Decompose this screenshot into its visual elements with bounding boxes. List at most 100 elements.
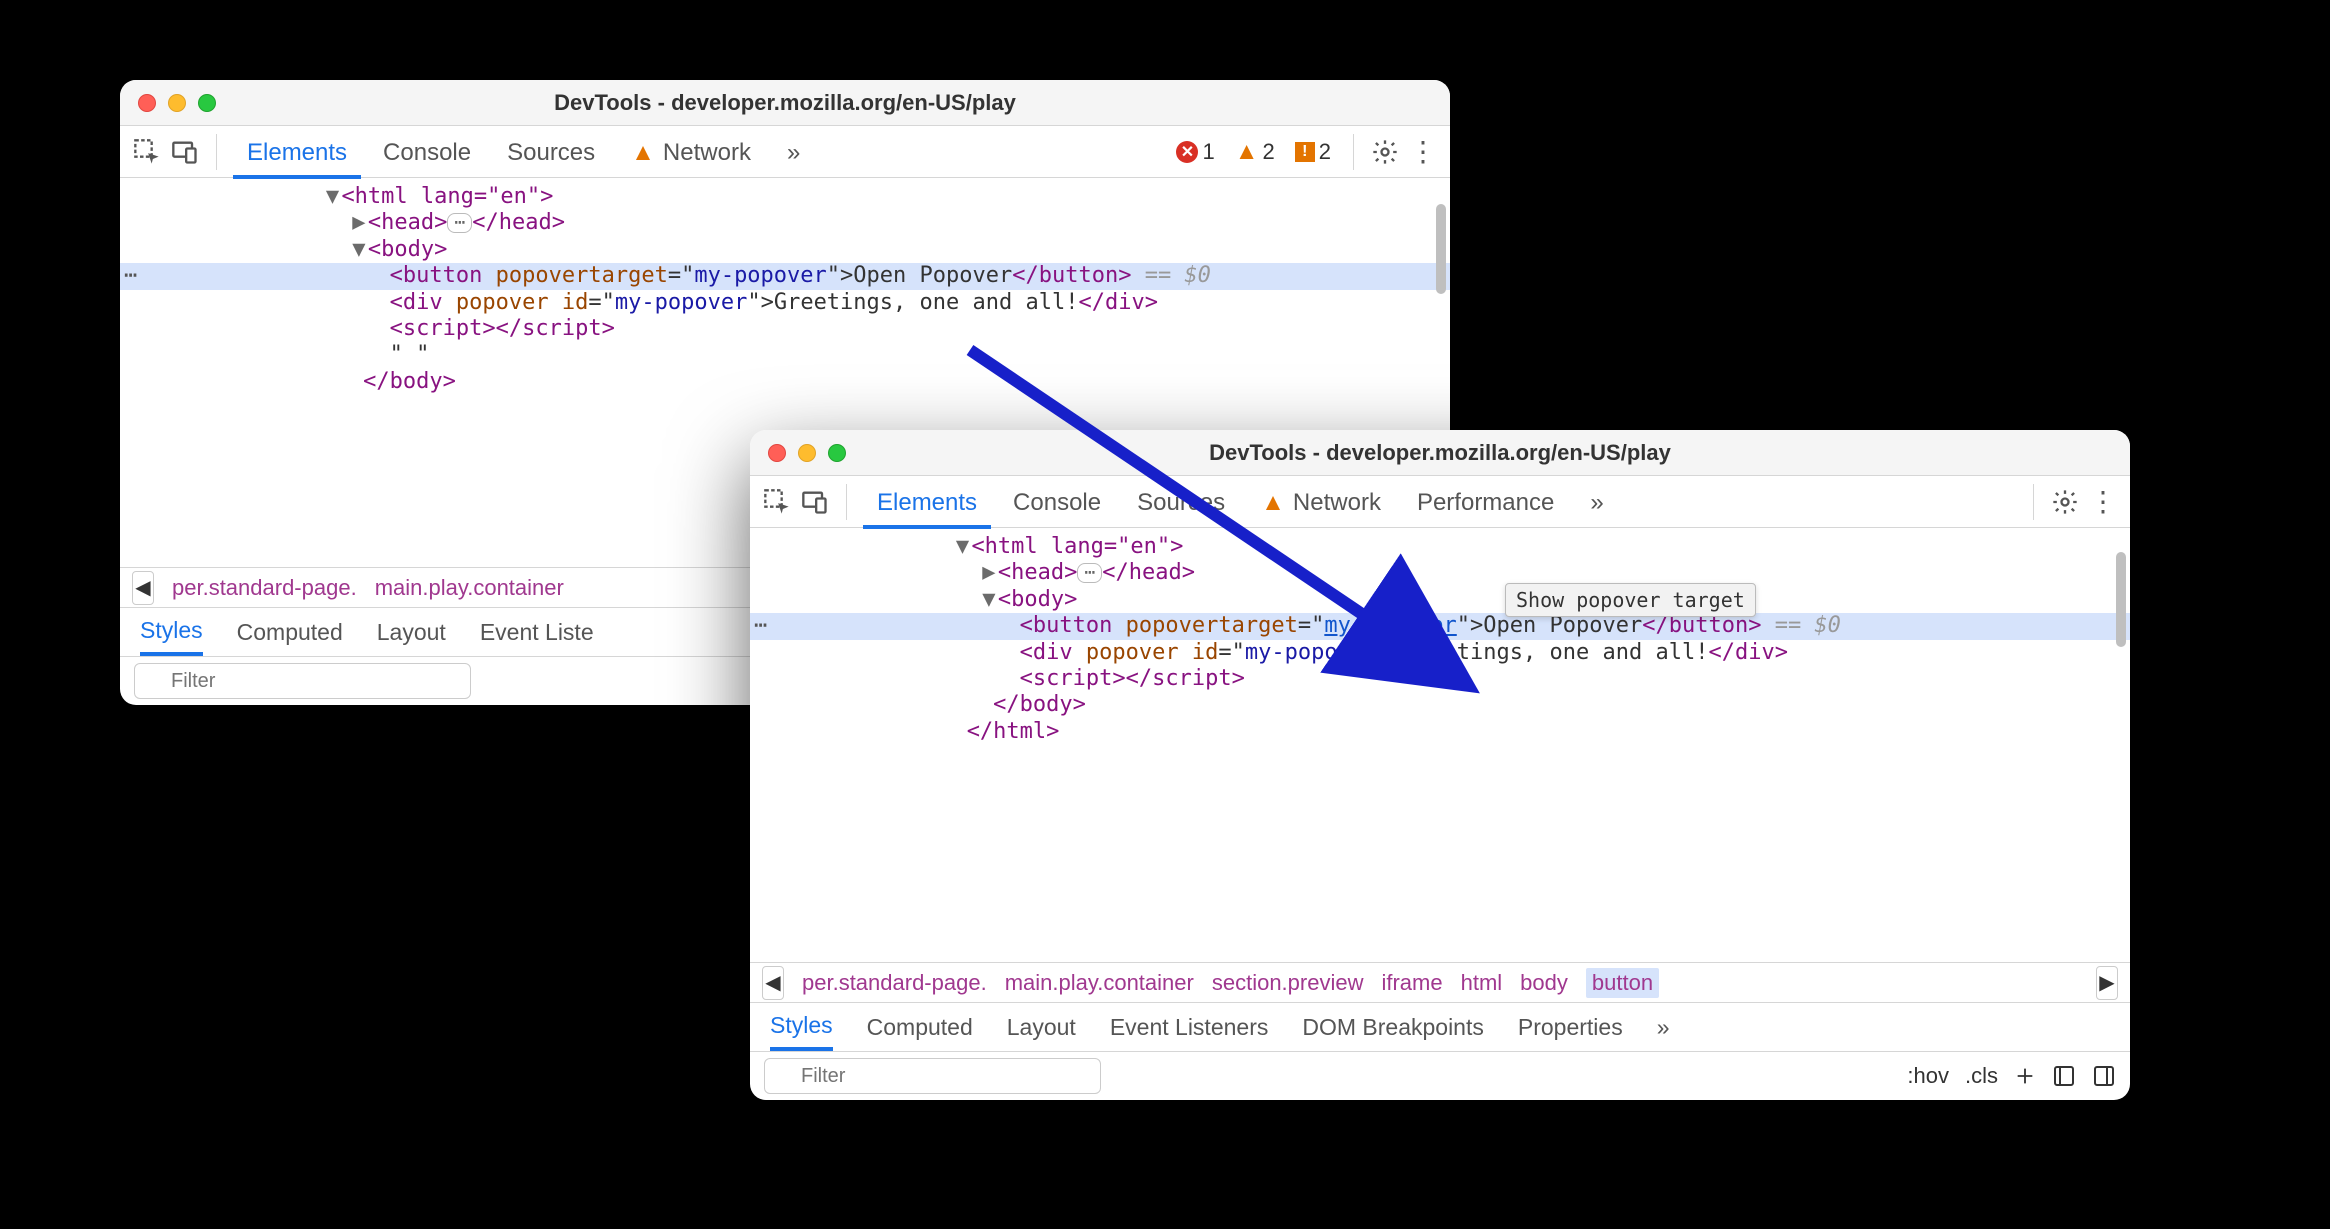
minimize-window-button[interactable] — [168, 94, 186, 112]
device-toolbar-icon[interactable] — [170, 137, 200, 167]
collapse-icon[interactable]: ▼ — [953, 534, 971, 560]
dom-node[interactable]: <script></script> — [750, 666, 2130, 692]
close-window-button[interactable] — [768, 444, 786, 462]
styles-filter-input[interactable] — [764, 1058, 1101, 1094]
dom-node[interactable]: </body> — [750, 692, 2130, 718]
subtab-layout[interactable]: Layout — [377, 619, 446, 646]
tab-console[interactable]: Console — [369, 129, 485, 175]
tab-performance[interactable]: Performance — [1403, 479, 1568, 525]
crumb-scroll-left[interactable]: ◀ — [762, 966, 784, 1000]
issue-count[interactable]: ! 2 — [1295, 139, 1331, 165]
scrollbar-thumb[interactable] — [1436, 204, 1446, 294]
new-style-rule-icon[interactable] — [2014, 1065, 2036, 1087]
window-title: DevTools - developer.mozilla.org/en-US/p… — [750, 440, 2130, 466]
tab-console[interactable]: Console — [999, 479, 1115, 525]
breadcrumb-item[interactable]: per.standard-page. — [172, 575, 357, 601]
expand-icon[interactable]: ▶ — [350, 210, 368, 236]
dom-node[interactable]: <div popover id="my-popover">Greetings, … — [750, 640, 2130, 666]
dom-tree-pane[interactable]: ▼<html lang="en"> ▶<head>⋯</head> ▼<body… — [750, 528, 2130, 962]
tab-network[interactable]: ▲ Network — [617, 129, 765, 175]
titlebar[interactable]: DevTools - developer.mozilla.org/en-US/p… — [750, 430, 2130, 476]
subtab-computed[interactable]: Computed — [237, 619, 343, 646]
issue-icon: ! — [1295, 142, 1315, 162]
breadcrumb-item-selected[interactable]: button — [1586, 968, 1659, 998]
subtab-eventlisteners[interactable]: Event Liste — [480, 619, 594, 646]
collapse-icon[interactable]: ▼ — [350, 237, 368, 263]
error-icon: ✕ — [1176, 141, 1198, 163]
breadcrumb[interactable]: ◀ per.standard-page. main.play.container… — [750, 962, 2130, 1002]
styles-subtabs: Styles Computed Layout Event Listeners D… — [750, 1002, 2130, 1052]
subtab-properties[interactable]: Properties — [1518, 1014, 1623, 1041]
subtab-styles[interactable]: Styles — [770, 1012, 833, 1051]
inspect-icon[interactable] — [762, 487, 792, 517]
styles-filter-input[interactable] — [134, 663, 471, 699]
tab-elements[interactable]: Elements — [863, 479, 991, 529]
settings-icon[interactable] — [2050, 487, 2080, 517]
tab-sources[interactable]: Sources — [1123, 479, 1239, 525]
dom-node[interactable]: ▼<body> — [120, 237, 1450, 263]
styles-tools: :hov .cls — [1907, 1063, 2116, 1089]
hov-toggle[interactable]: :hov — [1907, 1063, 1949, 1089]
error-count[interactable]: ✕ 1 — [1176, 139, 1214, 165]
inspect-icon[interactable] — [132, 137, 162, 167]
dom-node[interactable]: <script></script> — [120, 316, 1450, 342]
subtab-computed[interactable]: Computed — [867, 1014, 973, 1041]
expand-icon[interactable]: ▶ — [980, 560, 998, 586]
dom-node[interactable]: ▶<head>⋯</head> — [750, 560, 2130, 586]
breadcrumb-item[interactable]: main.play.container — [375, 575, 564, 601]
dom-node[interactable]: ▼<html lang="en"> — [120, 184, 1450, 210]
collapse-icon[interactable]: ▼ — [323, 184, 341, 210]
zoom-window-button[interactable] — [828, 444, 846, 462]
breadcrumb-item[interactable]: main.play.container — [1005, 970, 1194, 996]
breadcrumb-item[interactable]: body — [1520, 970, 1568, 996]
subtab-layout[interactable]: Layout — [1007, 1014, 1076, 1041]
scrollbar-thumb[interactable] — [2116, 552, 2126, 647]
dom-node[interactable]: </body> — [120, 369, 1450, 395]
tab-overflow[interactable]: » — [1576, 479, 1617, 525]
dom-node-selected[interactable]: <button popovertarget="my-popover">Open … — [120, 263, 1450, 289]
breadcrumb-item[interactable]: iframe — [1381, 970, 1442, 996]
devtools-window-2: DevTools - developer.mozilla.org/en-US/p… — [750, 430, 2130, 1100]
zoom-window-button[interactable] — [198, 94, 216, 112]
ellipsis-icon[interactable]: ⋯ — [447, 213, 472, 233]
dom-node[interactable]: " " — [120, 342, 1450, 368]
cls-toggle[interactable]: .cls — [1965, 1063, 1998, 1089]
titlebar[interactable]: DevTools - developer.mozilla.org/en-US/p… — [120, 80, 1450, 126]
breadcrumb-item[interactable]: section.preview — [1212, 970, 1364, 996]
warning-icon: ▲ — [1235, 140, 1259, 164]
subtab-dombreakpoints[interactable]: DOM Breakpoints — [1302, 1014, 1484, 1041]
close-window-button[interactable] — [138, 94, 156, 112]
minimize-window-button[interactable] — [798, 444, 816, 462]
popovertarget-link[interactable]: my-popover — [1324, 613, 1456, 638]
warning-icon: ▲ — [631, 139, 655, 167]
popover-tooltip: Show popover target — [1505, 583, 1756, 617]
settings-icon[interactable] — [1370, 137, 1400, 167]
main-toolbar: Elements Console Sources ▲ Network » ✕ 1… — [120, 126, 1450, 178]
collapse-icon[interactable]: ▼ — [980, 587, 998, 613]
subtab-styles[interactable]: Styles — [140, 617, 203, 656]
dom-scrollbar[interactable] — [2116, 534, 2126, 956]
dom-node[interactable]: <div popover id="my-popover">Greetings, … — [120, 290, 1450, 316]
dom-node[interactable]: </html> — [750, 719, 2130, 745]
dom-node[interactable]: ▼<body> — [750, 587, 2130, 613]
ellipsis-icon[interactable]: ⋯ — [1077, 563, 1102, 583]
tab-sources[interactable]: Sources — [493, 129, 609, 175]
breadcrumb-item[interactable]: per.standard-page. — [802, 970, 987, 996]
tab-overflow[interactable]: » — [773, 129, 814, 175]
warning-count[interactable]: ▲ 2 — [1235, 139, 1275, 165]
subtab-overflow[interactable]: » — [1657, 1014, 1670, 1041]
device-toolbar-icon[interactable] — [800, 487, 830, 517]
breadcrumb-item[interactable]: html — [1461, 970, 1503, 996]
kebab-menu-icon[interactable]: ⋮ — [1408, 137, 1438, 167]
crumb-scroll-right[interactable]: ▶ — [2096, 966, 2118, 1000]
dom-node[interactable]: ▶<head>⋯</head> — [120, 210, 1450, 236]
tab-network[interactable]: ▲ Network — [1247, 479, 1395, 525]
dom-node[interactable]: ▼<html lang="en"> — [750, 534, 2130, 560]
crumb-scroll-left[interactable]: ◀ — [132, 571, 154, 605]
rendering-panel-icon[interactable] — [2092, 1064, 2116, 1088]
subtab-eventlisteners[interactable]: Event Listeners — [1110, 1014, 1269, 1041]
tab-elements[interactable]: Elements — [233, 129, 361, 179]
kebab-menu-icon[interactable]: ⋮ — [2088, 487, 2118, 517]
dom-node-selected[interactable]: <button popovertarget="my-popover">Open … — [750, 613, 2130, 639]
computed-styles-icon[interactable] — [2052, 1064, 2076, 1088]
